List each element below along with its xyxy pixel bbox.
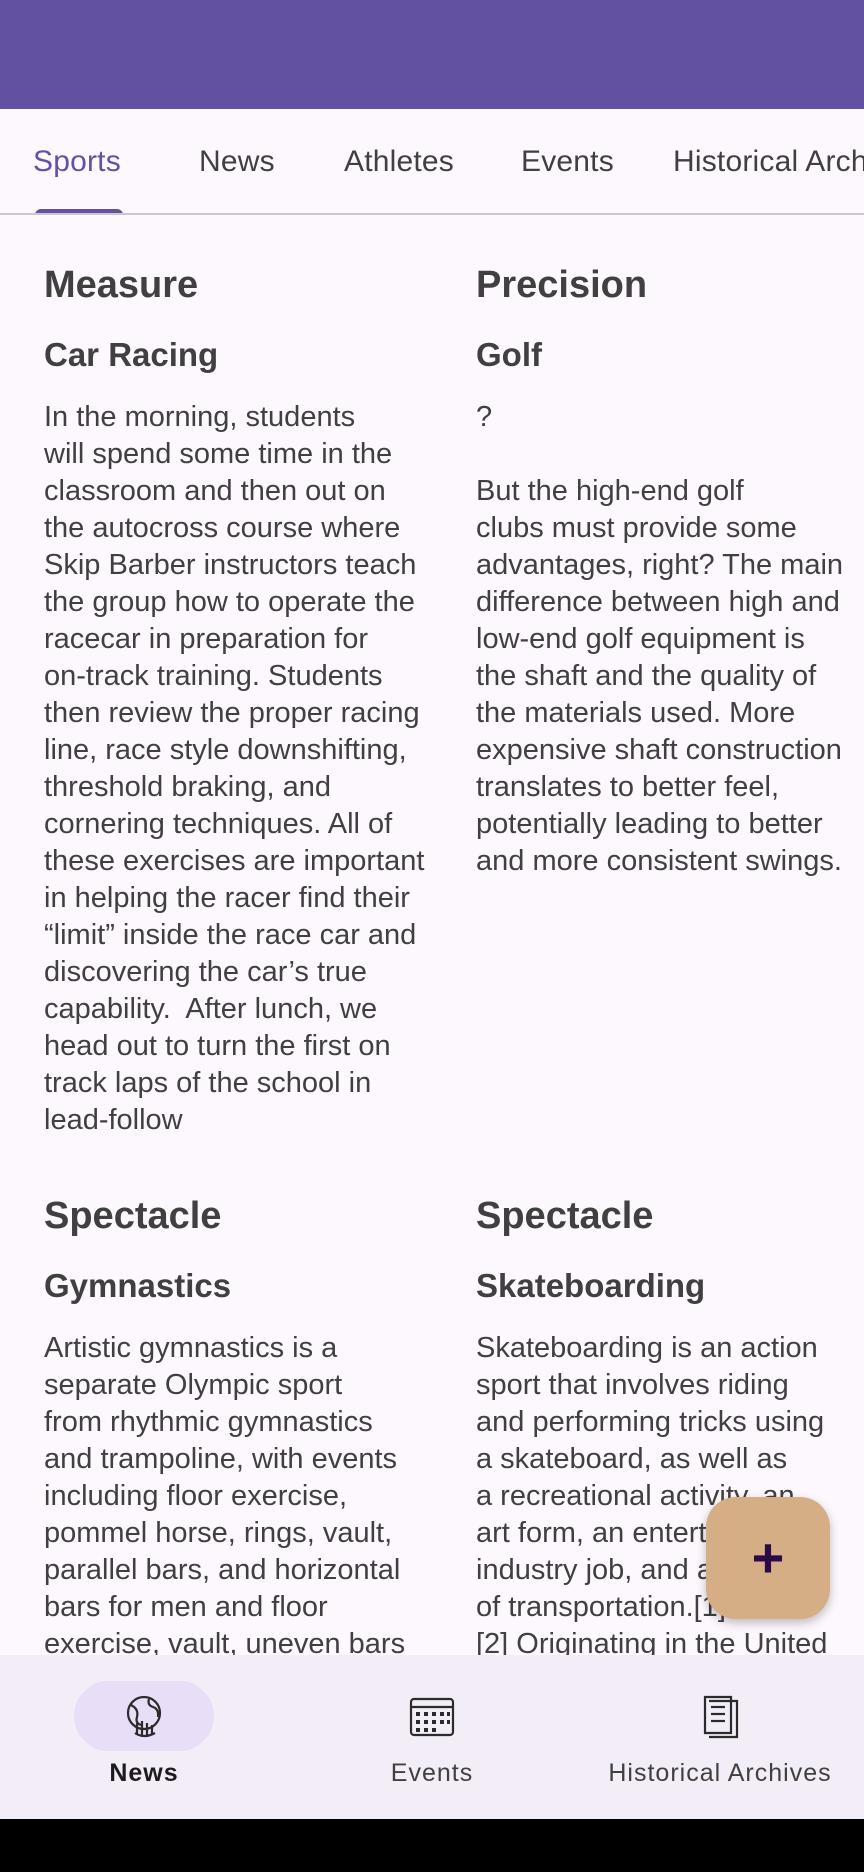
- card-description: Artistic gymnastics is a separate Olympi…: [44, 1332, 406, 1655]
- add-fab-button[interactable]: +: [706, 1497, 830, 1619]
- plus-icon: +: [751, 1526, 785, 1589]
- card-sport-title: Car Racing: [44, 336, 219, 373]
- tab-sports[interactable]: Sports: [33, 109, 121, 213]
- card-sport-title: Skateboarding: [476, 1267, 706, 1304]
- card-description: In the morning, students will spend some…: [44, 401, 425, 1136]
- sport-card[interactable]: Measure Car Racing In the morning, stude…: [44, 263, 442, 1139]
- sport-card[interactable]: Precision Golf ? But the high-end golf c…: [476, 263, 864, 880]
- app-top-bar: [0, 0, 864, 109]
- calendar-icon: [409, 1697, 455, 1737]
- card-sport-title: Golf: [476, 336, 542, 373]
- card-sport-title: Gymnastics: [44, 1267, 232, 1304]
- nav-item-historical-archives[interactable]: Historical Archives: [576, 1655, 864, 1819]
- card-category: Precision: [476, 264, 648, 306]
- bottom-navigation-bar: News Events Historical Archives: [0, 1655, 864, 1819]
- card-category: Spectacle: [44, 1195, 222, 1237]
- sports-card-grid: Measure Car Racing In the morning, stude…: [0, 215, 864, 1655]
- sport-card[interactable]: Spectacle Gymnastics Artistic gymnastics…: [44, 1194, 442, 1655]
- system-navigation-bar: [0, 1819, 864, 1872]
- archive-document-icon: [703, 1695, 739, 1739]
- news-globe-icon: [126, 1695, 162, 1738]
- card-category: Measure: [44, 264, 199, 306]
- card-description: ? But the high-end golf clubs must provi…: [476, 401, 844, 877]
- tab-events[interactable]: Events: [521, 109, 614, 213]
- nav-item-events[interactable]: Events: [288, 1655, 576, 1819]
- nav-item-news[interactable]: News: [0, 1655, 288, 1819]
- nav-label: Historical Archives: [608, 1759, 832, 1787]
- nav-label: Events: [390, 1759, 474, 1787]
- tab-historical-archives[interactable]: Historical Archives: [673, 109, 864, 213]
- category-tab-bar: Sports News Athletes Events Historical A…: [0, 109, 864, 215]
- tab-athletes[interactable]: Athletes: [344, 109, 454, 213]
- card-category: Spectacle: [476, 1195, 654, 1237]
- nav-label: News: [109, 1759, 179, 1787]
- tab-news[interactable]: News: [199, 109, 275, 213]
